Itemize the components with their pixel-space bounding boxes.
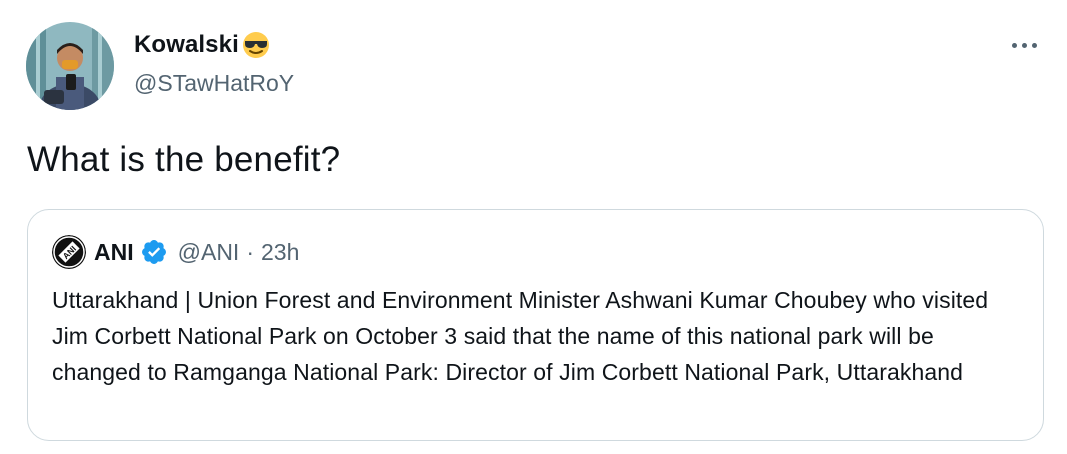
more-options-button[interactable] <box>1004 30 1044 60</box>
quoted-author-handle[interactable]: @ANI <box>178 239 240 266</box>
verified-badge-icon <box>140 238 168 266</box>
quoted-tweet-card[interactable]: ANI ANI @ANI · 23h Uttarakhand | Union F… <box>27 209 1044 441</box>
tweet-text: What is the benefit? <box>27 140 341 179</box>
author-handle[interactable]: @STawHatRoY <box>134 70 294 97</box>
author-name-row[interactable]: Kowalski <box>134 30 271 60</box>
quoted-tweet-time[interactable]: 23h <box>261 239 299 266</box>
author-avatar[interactable] <box>26 22 114 110</box>
quoted-tweet-header: ANI ANI @ANI · 23h <box>52 232 299 272</box>
ani-logo-avatar[interactable]: ANI <box>52 235 86 269</box>
more-horizontal-icon <box>1011 42 1017 48</box>
separator-dot: · <box>246 238 254 265</box>
tweet: Kowalski @STawHatRoY What is the benefit… <box>0 0 1067 454</box>
more-dot <box>1031 42 1037 48</box>
sunglasses-emoji-icon <box>241 30 271 60</box>
quoted-author-name[interactable]: ANI <box>94 239 134 266</box>
quoted-tweet-text: Uttarakhand | Union Forest and Environme… <box>52 287 989 385</box>
author-display-name[interactable]: Kowalski <box>134 31 239 59</box>
more-dot <box>1021 42 1027 48</box>
